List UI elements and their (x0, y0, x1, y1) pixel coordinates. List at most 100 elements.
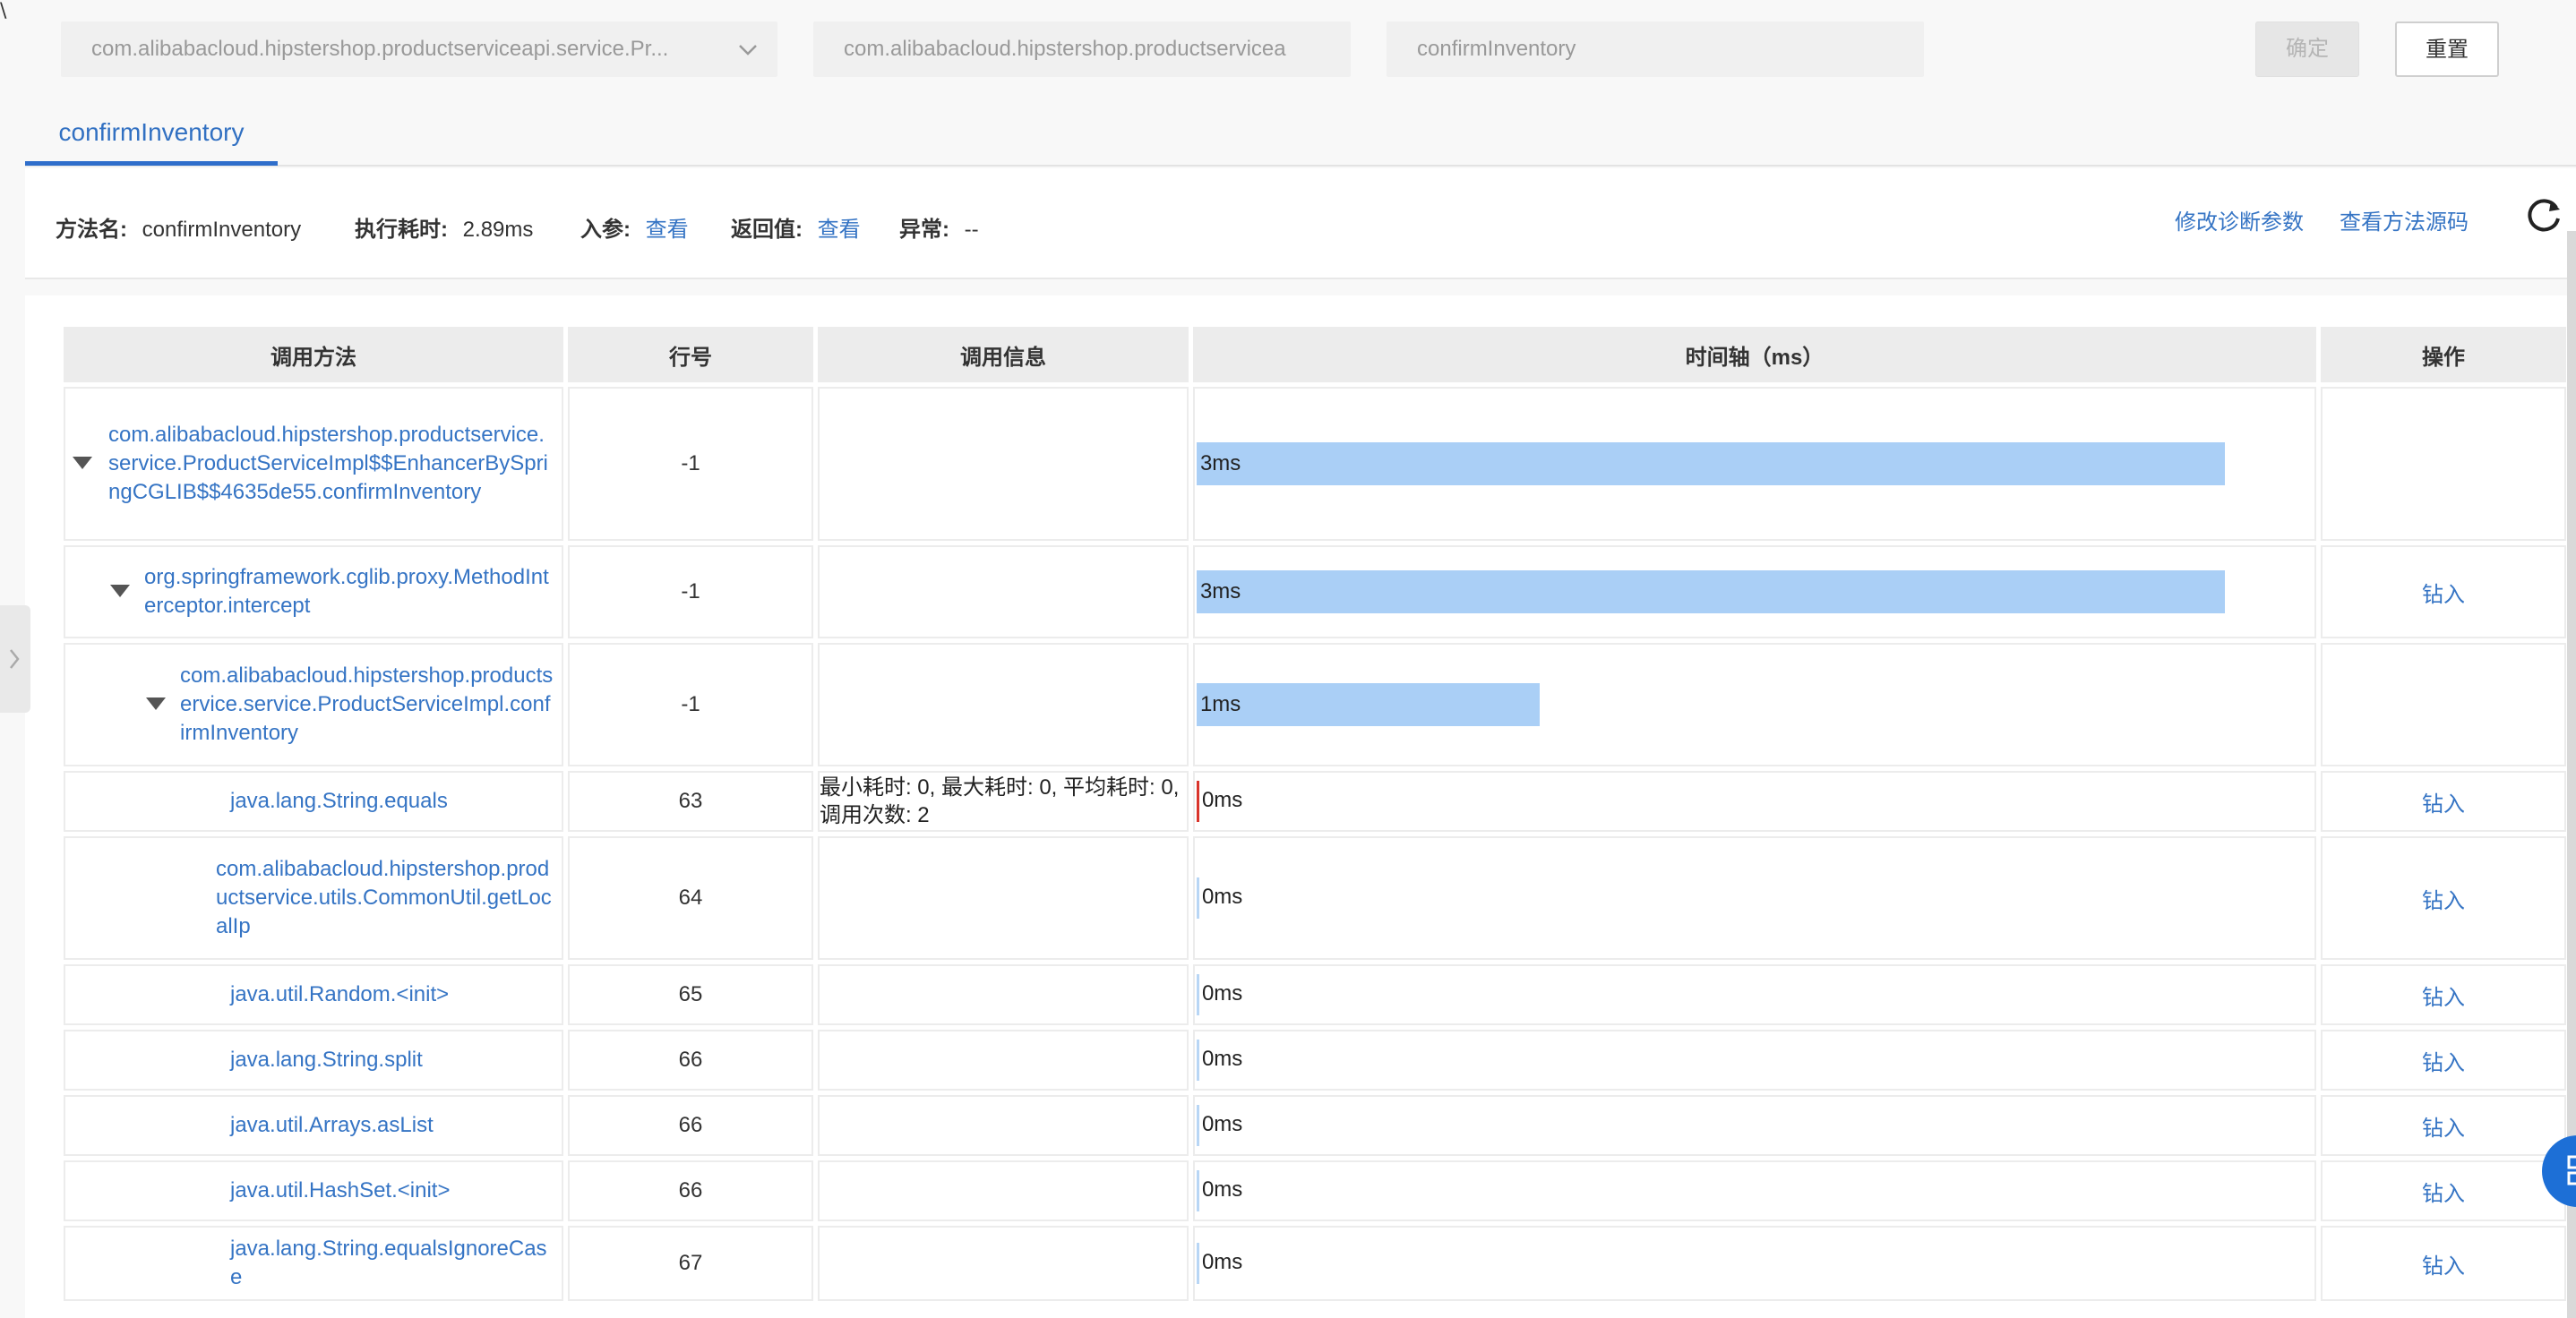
timeline-cell: 3ms (1192, 387, 2317, 541)
timeline-label: 0ms (1201, 1112, 1243, 1136)
drill-in-link[interactable]: 钻入 (2422, 583, 2465, 607)
action-cell: 钻入 (2321, 1226, 2566, 1301)
action-cell: 钻入 (2321, 1095, 2566, 1156)
timeline-cell: 0ms (1192, 1160, 2317, 1221)
table-row: java.lang.String.equalsIgnoreCase 67 0ms 钻入 (64, 1226, 2566, 1301)
method-name-link[interactable]: java.lang.String.split (65, 1046, 562, 1074)
method-name-link[interactable]: java.util.Random.<init> (65, 980, 562, 1009)
filter-bar: com.alibabacloud.hipstershop.productserv… (0, 0, 2576, 98)
drill-in-link[interactable]: 钻入 (2422, 1254, 2465, 1279)
action-cell (2321, 387, 2566, 541)
expand-toggle-icon[interactable] (146, 698, 166, 710)
drill-in-link[interactable]: 钻入 (2422, 1117, 2465, 1141)
call-info-cell: 最小耗时: 0, 最大耗时: 0, 平均耗时: 0, 调用次数: 2 (817, 771, 1189, 832)
line-number-cell: -1 (568, 387, 813, 541)
view-method-source-link[interactable]: 查看方法源码 (2340, 204, 2469, 235)
line-number-cell: 64 (568, 836, 813, 960)
call-info-cell (817, 964, 1189, 1025)
table-row: com.alibabacloud.hipstershop.productserv… (64, 387, 2566, 541)
column-header-line: 行号 (568, 327, 813, 382)
edit-diagnosis-params-link[interactable]: 修改诊断参数 (2175, 204, 2304, 235)
return-label: 返回值: (731, 218, 803, 242)
class-input[interactable]: com.alibabacloud.hipstershop.productserv… (813, 21, 1351, 77)
method-name-link[interactable]: com.alibabacloud.hipstershop.productserv… (65, 855, 562, 941)
table-row: java.util.Arrays.asList 66 0ms 钻入 (64, 1095, 2566, 1156)
params-info: 入参: 查看 (580, 211, 689, 243)
timeline-label: 0ms (1201, 1250, 1243, 1274)
method-name-link[interactable]: java.util.Arrays.asList (65, 1111, 562, 1140)
timeline-label: 0ms (1201, 1177, 1243, 1202)
reset-button[interactable]: 重置 (2395, 21, 2499, 77)
drill-in-link[interactable]: 钻入 (2422, 889, 2465, 913)
timeline-zero-mark (1196, 1105, 1199, 1146)
method-name-link[interactable]: com.alibabacloud.hipstershop.productserv… (65, 421, 562, 507)
drill-in-link[interactable]: 钻入 (2422, 1051, 2465, 1075)
tab-confirm-inventory[interactable]: confirmInventory (25, 118, 278, 167)
line-number-cell: 66 (568, 1030, 813, 1091)
tab-active-indicator (25, 161, 278, 166)
timeline-cell: 0ms (1192, 836, 2317, 960)
method-cell: com.alibabacloud.hipstershop.productserv… (64, 836, 564, 960)
timeline-cell: 0ms (1192, 1095, 2317, 1156)
column-header-action: 操作 (2321, 327, 2566, 382)
timeline-zero-mark (1196, 1170, 1199, 1211)
method-name-link[interactable]: org.springframework.cglib.proxy.MethodIn… (65, 563, 562, 620)
method-name-link[interactable]: com.alibabacloud.hipstershop.productserv… (65, 662, 562, 748)
call-info-cell (817, 387, 1189, 541)
timeline-cell: 1ms (1192, 643, 2317, 766)
method-name-label: 方法名: (56, 218, 127, 242)
return-view-link[interactable]: 查看 (818, 218, 861, 242)
method-cell: org.springframework.cglib.proxy.MethodIn… (64, 545, 564, 638)
floating-apps-button[interactable] (2542, 1135, 2576, 1207)
method-cell: com.alibabacloud.hipstershop.productserv… (64, 643, 564, 766)
timeline-label: 0ms (1201, 981, 1243, 1006)
method-name-info: 方法名: confirmInventory (56, 211, 301, 243)
sidebar-toggle-handle[interactable] (0, 605, 30, 713)
line-number-cell: 66 (568, 1160, 813, 1221)
class-select-value: com.alibabacloud.hipstershop.productserv… (91, 37, 669, 61)
timeline-label: 0ms (1201, 885, 1243, 909)
chevron-down-icon (739, 45, 757, 56)
return-info: 返回值: 查看 (731, 211, 861, 243)
line-number-cell: 67 (568, 1226, 813, 1301)
exec-time-value: 2.89ms (462, 218, 534, 242)
table-row: java.lang.String.split 66 0ms 钻入 (64, 1030, 2566, 1091)
method-input[interactable]: confirmInventory (1387, 21, 1924, 77)
line-number-cell: 65 (568, 964, 813, 1025)
class-input-value: com.alibabacloud.hipstershop.productserv… (844, 37, 1286, 61)
method-name-link[interactable]: java.lang.String.equals (65, 787, 562, 816)
timeline-label: 0ms (1201, 788, 1243, 812)
refresh-icon[interactable] (2522, 195, 2565, 238)
table-row: java.util.Random.<init> 65 0ms 钻入 (64, 964, 2566, 1025)
timeline-cell: 3ms (1192, 545, 2317, 638)
call-info-cell (817, 1030, 1189, 1091)
line-number-cell: 63 (568, 771, 813, 832)
timeline-cell: 0ms (1192, 964, 2317, 1025)
action-cell: 钻入 (2321, 1160, 2566, 1221)
drill-in-link[interactable]: 钻入 (2422, 986, 2465, 1010)
call-info-cell (817, 1160, 1189, 1221)
column-header-info: 调用信息 (817, 327, 1189, 382)
method-name-link[interactable]: java.util.HashSet.<init> (65, 1177, 562, 1205)
call-info-cell (817, 1226, 1189, 1301)
drill-in-link[interactable]: 钻入 (2422, 1182, 2465, 1206)
call-info-cell (817, 1095, 1189, 1156)
expand-toggle-icon[interactable] (73, 457, 92, 469)
method-name-link[interactable]: java.lang.String.equalsIgnoreCase (65, 1235, 562, 1292)
confirm-button[interactable]: 确定 (2255, 21, 2359, 77)
method-info-bar: 方法名: confirmInventory 执行耗时: 2.89ms 入参: 查… (25, 168, 2576, 279)
timeline-zero-mark (1196, 974, 1199, 1015)
drill-in-link[interactable]: 钻入 (2422, 792, 2465, 817)
tab-divider (25, 165, 2576, 167)
timeline-bar: 3ms (1196, 442, 2225, 485)
method-cell: com.alibabacloud.hipstershop.productserv… (64, 387, 564, 541)
exec-time-info: 执行耗时: 2.89ms (355, 211, 533, 243)
params-view-link[interactable]: 查看 (646, 218, 689, 242)
column-header-timeline: 时间轴（ms） (1192, 327, 2317, 382)
class-select[interactable]: com.alibabacloud.hipstershop.productserv… (61, 21, 777, 77)
timeline-zero-mark (1196, 1243, 1199, 1284)
timeline-zero-mark (1196, 1040, 1199, 1081)
timeline-bar: 3ms (1196, 570, 2225, 613)
params-label: 入参: (580, 218, 631, 242)
expand-toggle-icon[interactable] (110, 585, 130, 597)
